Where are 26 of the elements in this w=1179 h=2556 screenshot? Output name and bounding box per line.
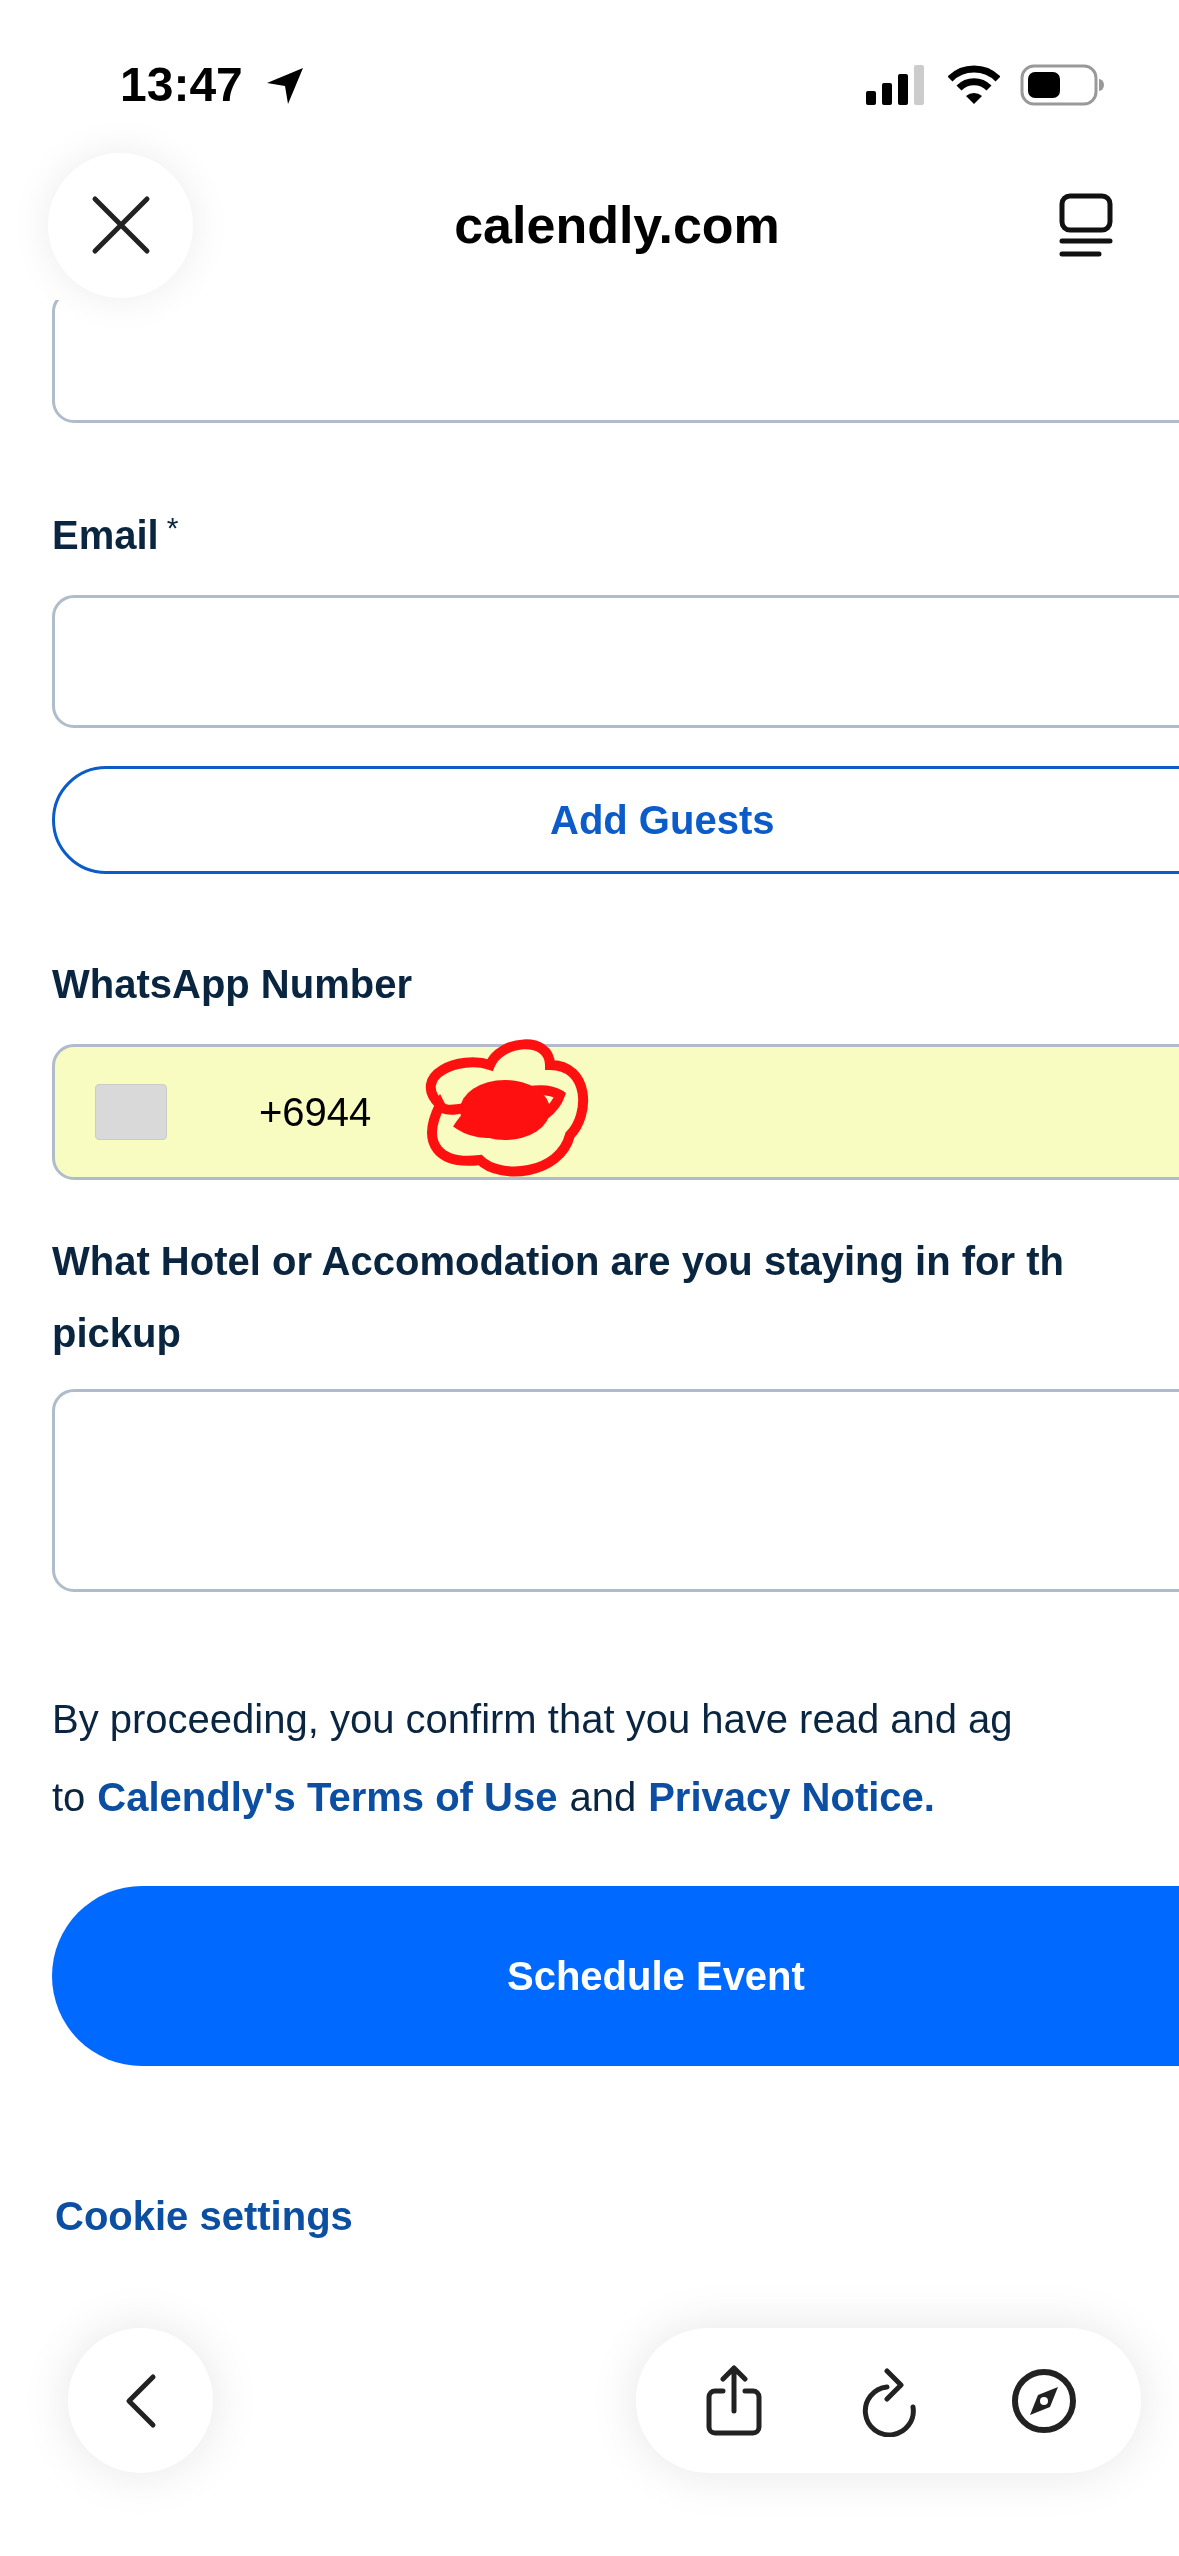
phone-value: +6944 [259,1089,372,1136]
site-domain: calendly.com [454,195,780,256]
input-field[interactable] [52,300,1179,423]
wifi-icon [948,65,1000,105]
schedule-event-button[interactable]: Schedule Event [52,1886,1179,2066]
battery-icon [1020,64,1104,106]
cookie-settings-link[interactable]: Cookie settings [55,2194,353,2238]
compass-icon [1010,2367,1077,2434]
field-label: Email [52,512,159,559]
consent-text: to [52,1774,86,1821]
email-field[interactable] [52,595,1179,728]
status-time: 13:47 [120,57,243,113]
terms-link[interactable]: Calendly's Terms of Use [97,1770,558,1824]
field-label: WhatsApp Number [52,962,412,1006]
consent-text: and [569,1774,637,1821]
consent-text: By proceeding, you confirm that you have read and ag [52,1696,1014,1743]
field-label: What Hotel or Accomodation are you staying in for th [52,1238,1065,1285]
add-guests-button[interactable]: Add Guests [52,766,1179,874]
field-label: pickup [52,1310,182,1357]
location-arrow-icon [265,66,305,106]
privacy-link[interactable]: Privacy Notice. [648,1770,935,1824]
hotel-field[interactable] [52,1389,1179,1592]
required-mark: * [166,510,179,546]
close-icon [90,195,151,255]
share-icon [704,2364,763,2437]
reader-icon [1059,193,1113,257]
